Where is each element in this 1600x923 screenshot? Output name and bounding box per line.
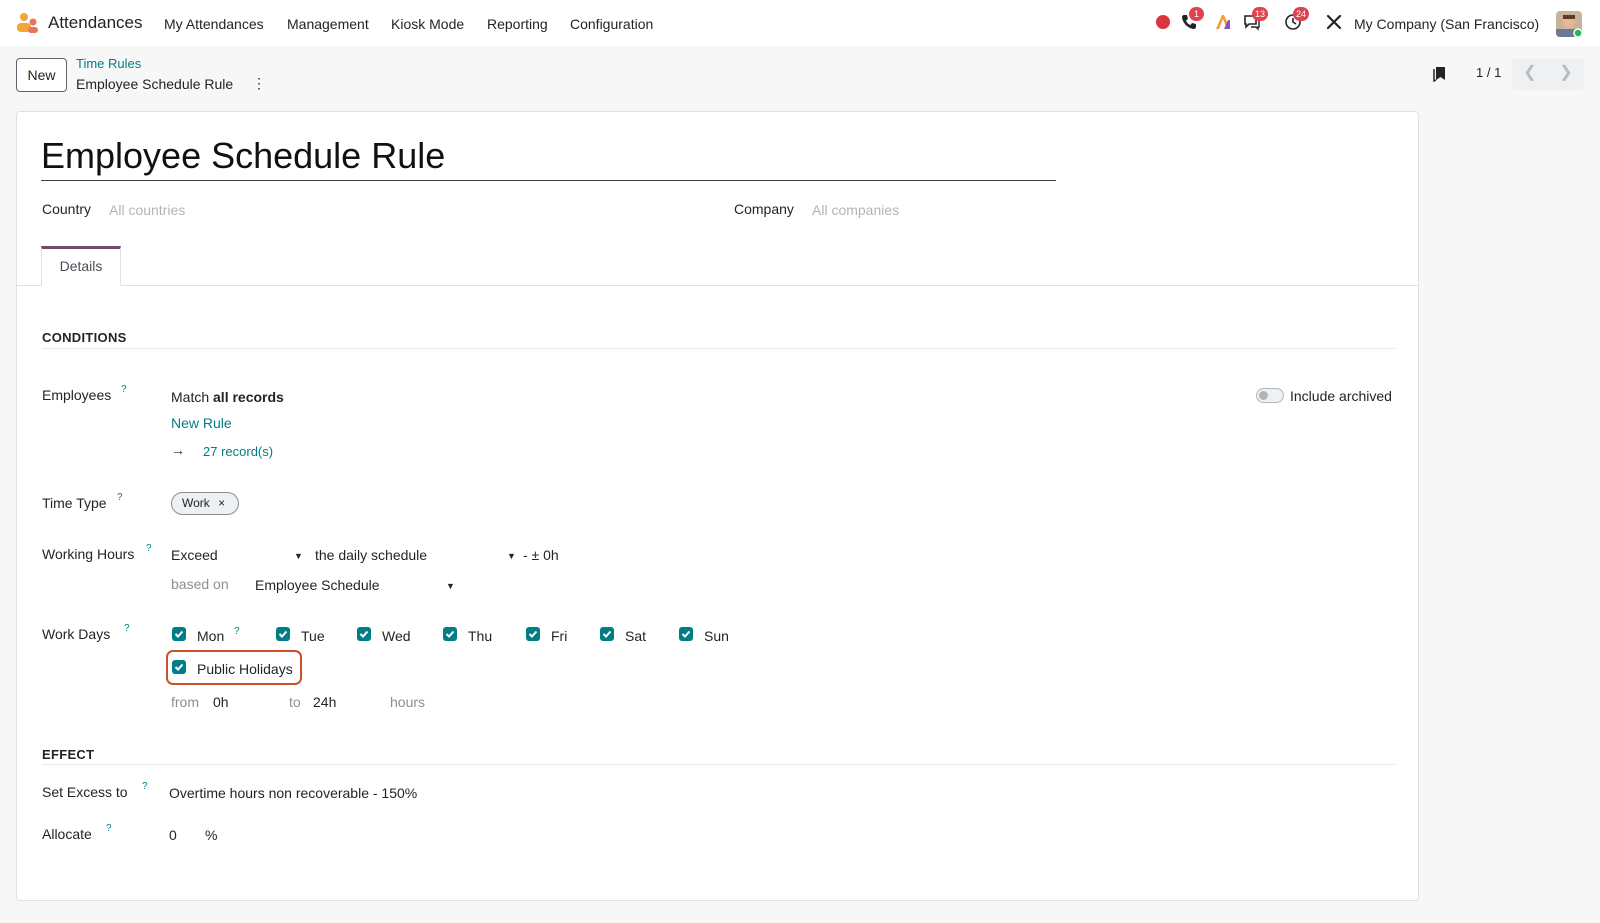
employees-label: Employees [42, 387, 112, 403]
match-value[interactable]: all records [213, 389, 284, 405]
caret-down-icon: ▼ [294, 551, 303, 561]
arrow-right-icon: → [171, 442, 185, 458]
allocate-input[interactable]: 0 [169, 827, 177, 843]
allocate-unit: % [205, 827, 218, 843]
checkbox-wed[interactable] [357, 627, 371, 641]
menu-configuration[interactable]: Configuration [570, 16, 653, 32]
checkbox-thu[interactable] [443, 627, 457, 641]
working-hours-label: Working Hours [42, 546, 135, 562]
company-input[interactable]: All companies [812, 202, 899, 218]
clock-icon[interactable]: 24 [1284, 7, 1310, 31]
tag-remove-icon[interactable]: × [218, 496, 225, 510]
pager-next-button[interactable]: ❯ [1548, 58, 1584, 90]
ai-icon[interactable] [1214, 13, 1232, 31]
phone-badge: 1 [1189, 7, 1204, 21]
chat-badge: 13 [1252, 7, 1269, 21]
new-rule-link[interactable]: New Rule [171, 415, 232, 431]
phone-icon[interactable]: 1 [1180, 7, 1204, 31]
working-hours-reference-select[interactable]: the daily schedule [315, 547, 427, 563]
checkbox-public-holidays[interactable] [172, 660, 186, 674]
bookmark-icon[interactable] [1432, 64, 1448, 85]
user-avatar[interactable] [1556, 11, 1582, 37]
to-input[interactable]: 24h [313, 694, 336, 710]
day-label-sat: Sat [625, 628, 647, 644]
checkbox-mon[interactable] [172, 627, 186, 641]
time-type-tag: Work × [171, 492, 239, 515]
activity-badge: 24 [1293, 7, 1310, 21]
new-button[interactable]: New [16, 58, 67, 92]
menu-reporting[interactable]: Reporting [487, 16, 548, 32]
menu-management[interactable]: Management [287, 16, 369, 32]
actions-menu-icon[interactable]: ⋮ [252, 75, 266, 92]
caret-down-icon: ▼ [446, 581, 455, 591]
time-type-tag-label: Work [182, 496, 210, 510]
working-hours-help-icon[interactable]: ? [146, 543, 152, 554]
pager-value[interactable]: 1 / 1 [1476, 65, 1501, 80]
tab-divider [16, 285, 1419, 286]
checkbox-fri[interactable] [526, 627, 540, 641]
records-count-link[interactable]: 27 record(s) [203, 444, 273, 459]
allocate-help-icon[interactable]: ? [106, 823, 112, 834]
set-excess-label: Set Excess to [42, 784, 128, 800]
menu-kiosk-mode[interactable]: Kiosk Mode [391, 16, 464, 32]
chevron-left-icon: ❮ [1523, 64, 1537, 81]
based-on-select[interactable]: Employee Schedule [255, 577, 380, 593]
time-type-help-icon[interactable]: ? [117, 492, 123, 503]
working-hours-operator-select[interactable]: Exceed [171, 547, 218, 563]
match-prefix: Match [171, 389, 210, 405]
day-label-wed: Wed [382, 628, 411, 644]
company-switcher[interactable]: My Company (San Francisco) [1354, 16, 1539, 32]
based-on-label: based on [171, 576, 229, 592]
mon-help-icon[interactable]: ? [234, 626, 240, 637]
effect-divider [42, 764, 1395, 765]
effect-section-title: EFFECT [42, 747, 95, 762]
match-text: Match all records [171, 389, 284, 405]
menu-my-attendances[interactable]: My Attendances [164, 16, 264, 32]
chevron-right-icon: ❯ [1559, 64, 1573, 81]
conditions-divider [42, 348, 1395, 349]
include-archived-toggle[interactable] [1256, 388, 1284, 403]
conditions-section-title: CONDITIONS [42, 330, 127, 345]
country-label: Country [42, 201, 92, 217]
allocate-label: Allocate [42, 826, 92, 842]
set-excess-help-icon[interactable]: ? [142, 781, 148, 792]
tolerance-input[interactable]: - ± 0h [523, 547, 559, 563]
country-input[interactable]: All countries [109, 202, 185, 218]
work-days-label: Work Days [42, 626, 111, 642]
day-label-sun: Sun [704, 628, 729, 644]
day-label-thu: Thu [468, 628, 493, 644]
pager-previous-button[interactable]: ❮ [1512, 58, 1548, 90]
record-dot-icon[interactable] [1154, 13, 1172, 31]
attendances-app-icon[interactable] [15, 12, 39, 34]
tools-icon[interactable] [1325, 13, 1343, 31]
hours-label: hours [390, 694, 426, 710]
work-days-help-icon[interactable]: ? [124, 623, 130, 634]
chat-icon[interactable]: 13 [1243, 7, 1269, 31]
app-name[interactable]: Attendances [48, 13, 143, 33]
checkbox-tue[interactable] [276, 627, 290, 641]
checkbox-sat[interactable] [600, 627, 614, 641]
tab-details[interactable]: Details [41, 246, 121, 286]
breadcrumb-current: Employee Schedule Rule [76, 76, 234, 92]
include-archived-label: Include archived [1290, 388, 1392, 404]
day-label-fri: Fri [551, 628, 568, 644]
employees-help-icon[interactable]: ? [121, 384, 127, 395]
caret-down-icon: ▼ [507, 551, 516, 561]
from-label: from [171, 694, 199, 710]
breadcrumb-time-rules[interactable]: Time Rules [76, 56, 141, 71]
checkbox-sun[interactable] [679, 627, 693, 641]
top-navbar: Attendances My Attendances Management Ki… [0, 0, 1600, 46]
time-type-label: Time Type [42, 495, 107, 511]
day-label-mon: Mon [197, 628, 225, 644]
day-label-tue: Tue [301, 628, 325, 644]
company-label: Company [734, 201, 794, 217]
to-label: to [289, 694, 301, 710]
rule-name-input[interactable]: Employee Schedule Rule [41, 133, 1056, 181]
public-holidays-label: Public Holidays [197, 661, 293, 677]
from-input[interactable]: 0h [213, 694, 229, 710]
set-excess-select[interactable]: Overtime hours non recoverable - 150% [169, 785, 417, 801]
